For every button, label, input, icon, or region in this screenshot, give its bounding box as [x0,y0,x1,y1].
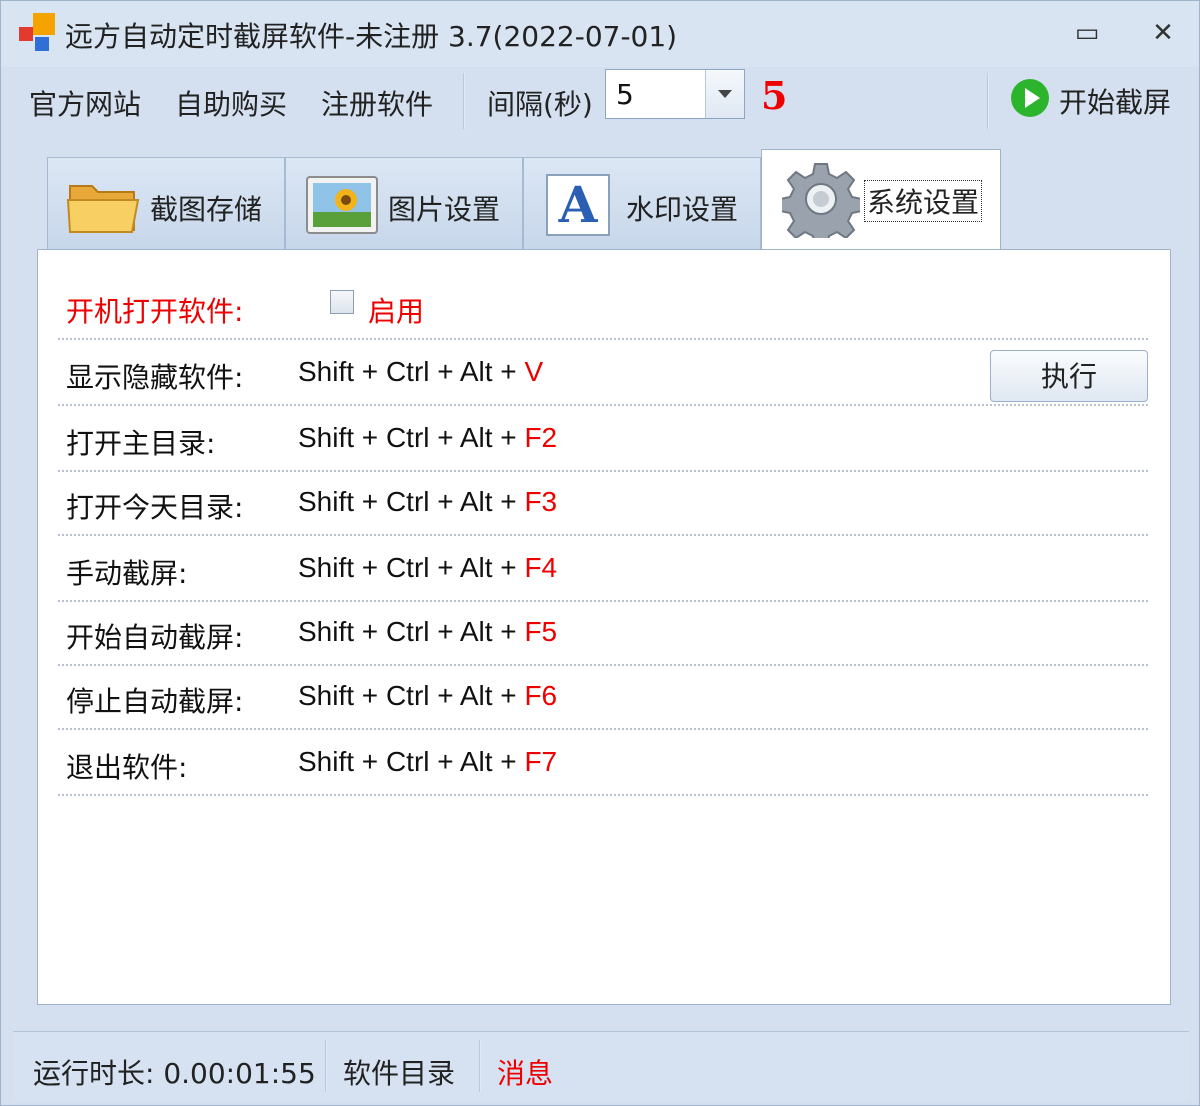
app-logo-icon [19,13,57,51]
minimize-button[interactable]: ▭ [1067,17,1107,49]
hotkey-combo: Shift + Ctrl + Alt + V [298,356,544,387]
toolbar: 官方网站 自助购买 注册软件 间隔(秒) 5 5 开始截屏 [13,65,1189,133]
autostart-label: 开机打开软件: [66,295,244,328]
tab-label: 系统设置 [864,180,983,222]
folder-icon [66,185,140,233]
autostart-checkbox[interactable] [330,290,354,314]
chevron-down-icon[interactable] [705,70,744,118]
interval-display: 5 [761,73,788,118]
hotkey-label: 开始自动截屏: [66,621,244,654]
tab-label: 图片设置 [388,193,501,226]
status-bar: 运行时长: 0.00:01:55 软件目录 消息 [13,1031,1189,1102]
tab-label: 截图存储 [150,193,263,226]
hotkey-label: 停止自动截屏: [66,685,244,718]
hotkey-row: 显示隐藏软件: Shift + Ctrl + Alt + V [58,342,1148,406]
hotkey-row: 手动截屏: Shift + Ctrl + Alt + F4 [58,538,1148,602]
hotkey-row: 开始自动截屏: Shift + Ctrl + Alt + F5 [58,602,1148,666]
software-dir-link[interactable]: 软件目录 [343,1052,455,1092]
hotkey-combo: Shift + Ctrl + Alt + F4 [298,552,558,583]
hotkey-label: 打开今天目录: [66,491,244,524]
hotkey-row: 退出软件: Shift + Ctrl + Alt + F7 [58,732,1148,796]
hotkey-combo: Shift + Ctrl + Alt + F3 [298,486,558,517]
hotkey-key: F3 [524,486,558,517]
tab-system-settings[interactable]: 系统设置 [761,149,1001,251]
interval-label: 间隔(秒) [487,88,593,121]
tab-watermark-settings[interactable]: A 水印设置 [523,157,761,251]
official-site-link[interactable]: 官方网站 [29,83,141,123]
interval-value: 5 [616,78,634,111]
toolbar-separator [987,73,989,129]
system-settings-panel: 开机打开软件: 启用 显示隐藏软件: Shift + Ctrl + Alt + … [37,249,1171,1005]
autostart-row: 开机打开软件: [58,276,1148,340]
close-button[interactable]: ✕ [1143,17,1183,49]
picture-icon [306,176,378,234]
interval-select[interactable]: 5 [605,69,745,119]
self-purchase-link[interactable]: 自助购买 [175,83,287,123]
message-link[interactable]: 消息 [497,1052,553,1092]
hotkey-key: F2 [524,422,558,453]
hotkey-label: 打开主目录: [66,427,216,460]
hotkey-key: V [524,356,544,387]
tab-label: 水印设置 [626,193,739,226]
status-separator [479,1040,481,1092]
status-separator [325,1040,327,1092]
hotkey-combo: Shift + Ctrl + Alt + F7 [298,746,558,777]
hotkey-row: 打开主目录: Shift + Ctrl + Alt + F2 [58,408,1148,472]
hotkey-combo: Shift + Ctrl + Alt + F2 [298,422,558,453]
title-bar: 远方自动定时截屏软件-未注册 3.7(2022-07-01) ▭ ✕ [1,1,1199,67]
autostart-option-label[interactable]: 启用 [368,290,424,330]
app-window: 远方自动定时截屏软件-未注册 3.7(2022-07-01) ▭ ✕ 官方网站 … [0,0,1200,1106]
hotkey-row: 停止自动截屏: Shift + Ctrl + Alt + F6 [58,666,1148,730]
play-icon [1011,79,1049,117]
tab-image-settings[interactable]: 图片设置 [285,157,523,251]
tab-screenshot-storage[interactable]: 截图存储 [47,157,285,251]
toolbar-separator [463,73,465,129]
hotkey-combo: Shift + Ctrl + Alt + F5 [298,616,558,647]
hotkey-label: 手动截屏: [66,557,188,590]
hotkey-combo: Shift + Ctrl + Alt + F6 [298,680,558,711]
window-title: 远方自动定时截屏软件-未注册 3.7(2022-07-01) [65,20,678,53]
hotkey-row: 打开今天目录: Shift + Ctrl + Alt + F3 [58,472,1148,536]
hotkey-label: 显示隐藏软件: [66,361,244,394]
start-capture-label: 开始截屏 [1059,86,1172,119]
letter-a-icon: A [546,174,610,236]
hotkey-key: F4 [524,552,558,583]
runtime-status: 运行时长: 0.00:01:55 [33,1057,316,1090]
register-software-link[interactable]: 注册软件 [321,83,433,123]
execute-button[interactable]: 执行 [990,350,1148,402]
hotkey-key: F7 [524,746,558,777]
gear-icon [782,163,860,238]
hotkey-key: F5 [524,616,558,647]
hotkey-key: F6 [524,680,558,711]
hotkey-label: 退出软件: [66,751,188,784]
